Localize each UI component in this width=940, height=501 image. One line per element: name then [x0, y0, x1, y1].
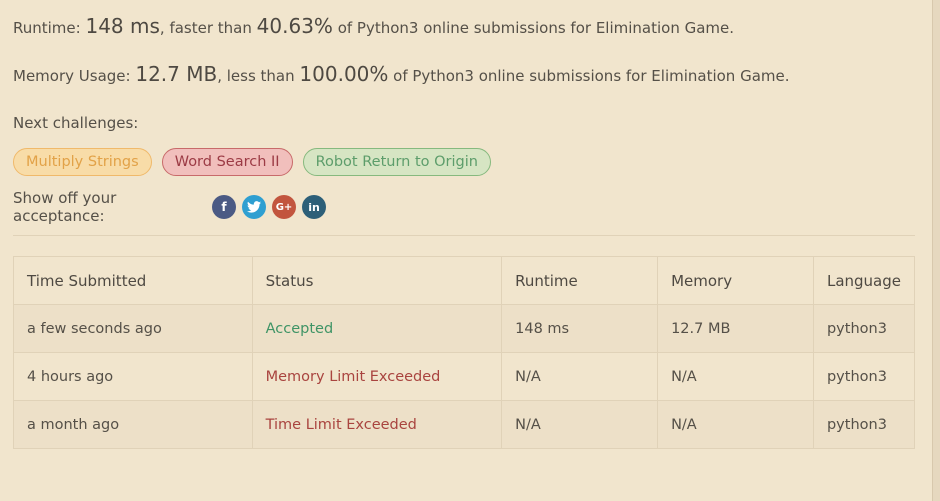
linkedin-icon[interactable]: in	[302, 195, 326, 219]
table-row: 4 hours ago Memory Limit Exceeded N/A N/…	[13, 352, 916, 401]
submissions-table: Time Submitted Status Runtime Memory Lan…	[13, 256, 916, 449]
memory-value: 12.7 MB	[135, 62, 218, 86]
memory-suffix: of Python3 online submissions for Elimin…	[388, 67, 790, 85]
twitter-bird-glyph	[247, 201, 261, 213]
challenge-chip-robot-return-to-origin[interactable]: Robot Return to Origin	[302, 148, 491, 176]
status-link-accepted[interactable]: Accepted	[251, 304, 503, 353]
runtime-suffix: of Python3 online submissions for Elimin…	[332, 19, 735, 37]
table-row: a few seconds ago Accepted 148 ms 12.7 M…	[13, 304, 916, 353]
cell-runtime: N/A	[501, 352, 659, 401]
cell-memory: N/A	[657, 400, 814, 449]
column-header-language: Language	[812, 256, 916, 305]
column-header-memory: Memory	[657, 256, 814, 305]
cell-runtime: 148 ms	[501, 304, 659, 353]
cell-language: python3	[812, 352, 916, 401]
memory-prefix: Memory Usage:	[13, 67, 136, 85]
memory-stat: Memory Usage: 12.7 MB, less than 100.00%…	[13, 62, 790, 86]
google-plus-icon[interactable]: G+	[272, 195, 296, 219]
next-challenges-label: Next challenges:	[13, 114, 139, 132]
column-header-time-submitted: Time Submitted	[13, 256, 253, 305]
next-challenges-list: Multiply Strings Word Search II Robot Re…	[13, 148, 491, 176]
cell-time-submitted: a few seconds ago	[13, 304, 253, 353]
column-header-status: Status	[251, 256, 503, 305]
facebook-icon[interactable]: f	[212, 195, 236, 219]
share-icons: f G+ in	[212, 195, 326, 219]
runtime-percent: 40.63%	[256, 14, 333, 38]
cell-time-submitted: 4 hours ago	[13, 352, 253, 401]
cell-runtime: N/A	[501, 400, 659, 449]
share-label: Show off your acceptance:	[13, 189, 117, 225]
memory-percent: 100.00%	[299, 62, 389, 86]
cell-language: python3	[812, 304, 916, 353]
cell-memory: 12.7 MB	[657, 304, 814, 353]
runtime-stat: Runtime: 148 ms, faster than 40.63% of P…	[13, 14, 734, 38]
table-row: a month ago Time Limit Exceeded N/A N/A …	[13, 400, 916, 449]
twitter-icon[interactable]	[242, 195, 266, 219]
share-row: Show off your acceptance: f G+ in	[13, 189, 326, 225]
cell-memory: N/A	[657, 352, 814, 401]
cell-language: python3	[812, 400, 916, 449]
challenge-chip-word-search-ii[interactable]: Word Search II	[161, 148, 293, 176]
memory-middle: , less than	[217, 67, 300, 85]
challenge-chip-multiply-strings[interactable]: Multiply Strings	[13, 148, 152, 176]
runtime-value: 148 ms	[85, 14, 160, 38]
section-divider	[13, 235, 915, 236]
cell-time-submitted: a month ago	[13, 400, 253, 449]
status-link-memory-limit-exceeded[interactable]: Memory Limit Exceeded	[251, 352, 503, 401]
status-link-time-limit-exceeded[interactable]: Time Limit Exceeded	[251, 400, 503, 449]
column-header-runtime: Runtime	[501, 256, 659, 305]
page-scroll-rail[interactable]	[932, 0, 940, 501]
table-header-row: Time Submitted Status Runtime Memory Lan…	[13, 256, 916, 305]
runtime-middle: , faster than	[159, 19, 257, 37]
runtime-prefix: Runtime:	[13, 19, 86, 37]
